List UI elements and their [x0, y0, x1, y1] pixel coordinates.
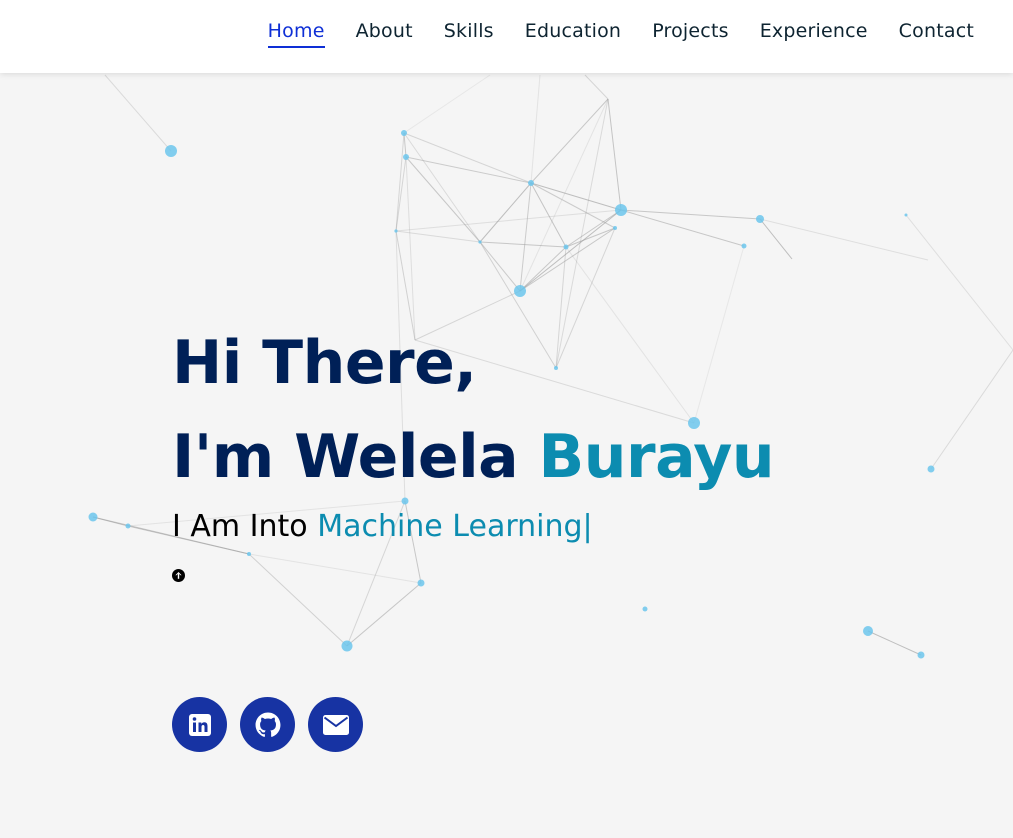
typing-prefix: I Am Into — [172, 509, 318, 544]
arrow-up-circle-icon[interactable] — [172, 567, 185, 582]
nav-link-projects[interactable]: Projects — [652, 20, 729, 48]
network-link-line — [346, 582, 422, 647]
network-link-line — [403, 132, 532, 184]
nav-link-contact[interactable]: Contact — [899, 20, 974, 48]
network-particle-dot — [514, 285, 526, 297]
navbar: Home About Skills Education Projects Exp… — [0, 0, 1013, 73]
network-particle-dot — [642, 606, 648, 612]
network-particle-dot — [125, 523, 131, 529]
network-link-line — [759, 218, 929, 261]
network-particle-dot — [904, 213, 908, 217]
network-link-line — [620, 209, 761, 220]
network-particle-dot — [741, 243, 747, 249]
nav-link-skills[interactable]: Skills — [444, 20, 494, 48]
network-link-line — [519, 246, 567, 292]
network-link-line — [607, 98, 622, 211]
hero-intro: I'm Welela — [172, 422, 539, 492]
github-icon — [255, 712, 281, 738]
network-link-line — [620, 209, 745, 247]
network-particle-dot — [615, 204, 627, 216]
hero-greeting: Hi There, — [172, 328, 477, 398]
network-link-line — [759, 218, 793, 260]
network-link-line — [403, 132, 481, 243]
network-particle-dot — [401, 130, 407, 136]
nav-link-experience[interactable]: Experience — [760, 20, 868, 48]
network-particle-dot — [563, 244, 569, 250]
typing-text: I Am Into Machine Learning| — [172, 509, 593, 544]
linkedin-icon — [188, 713, 212, 737]
nav-link-about[interactable]: About — [356, 20, 413, 48]
network-link-line — [584, 74, 609, 100]
network-particle-dot — [863, 626, 873, 636]
network-link-line — [930, 349, 1013, 470]
linkedin-button[interactable] — [172, 697, 227, 752]
nav-menu: Home About Skills Education Projects Exp… — [267, 0, 974, 68]
network-link-line — [530, 182, 622, 211]
email-button[interactable] — [308, 697, 363, 752]
network-link-line — [479, 241, 521, 292]
network-link-line — [867, 630, 922, 656]
hero-name-highlight: Burayu — [538, 422, 775, 492]
network-particle-dot — [478, 240, 482, 244]
network-particle-dot — [165, 145, 177, 157]
network-particle-dot — [341, 640, 353, 652]
nav-link-education[interactable]: Education — [525, 20, 621, 48]
hero-heading: Hi There, I'm Welela Burayu — [172, 316, 775, 504]
network-particle-dot — [417, 579, 425, 587]
network-link-line — [403, 74, 491, 134]
network-link-line — [530, 74, 541, 184]
network-particle-dot — [528, 180, 534, 186]
network-link-line — [479, 182, 532, 243]
network-particle-dot — [247, 552, 251, 556]
typing-role: Machine Learning — [317, 509, 583, 544]
network-link-line — [905, 214, 1013, 351]
network-link-line — [530, 98, 609, 184]
network-particle-dot — [927, 465, 935, 473]
email-icon — [322, 714, 349, 735]
social-links — [172, 697, 363, 752]
network-link-line — [395, 230, 481, 243]
typing-cursor: | — [582, 509, 593, 544]
network-particle-dot — [917, 651, 925, 659]
network-link-line — [519, 182, 532, 292]
nav-link-home[interactable]: Home — [267, 20, 325, 48]
network-particle-dot — [403, 154, 409, 160]
network-particle-dot — [394, 229, 398, 233]
network-particle-dot — [613, 226, 617, 230]
network-link-line — [479, 241, 567, 248]
network-particle-dot — [756, 215, 764, 223]
hero-section: Hi There, I'm Welela Burayu — [172, 316, 775, 504]
network-link-line — [104, 74, 172, 152]
github-button[interactable] — [240, 697, 295, 752]
network-link-line — [403, 132, 407, 158]
network-particle-dot — [88, 512, 98, 522]
